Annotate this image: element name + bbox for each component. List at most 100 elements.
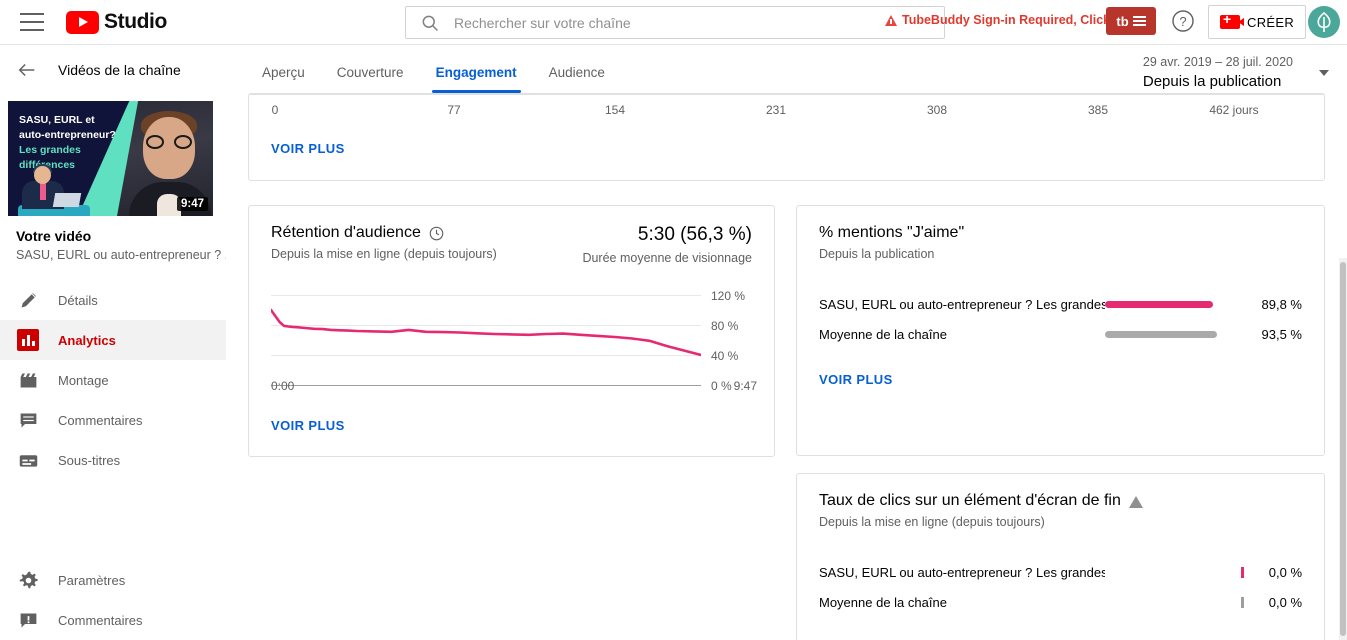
y-axis-tick: 80 % [711, 319, 739, 333]
likes-row-bar-track [1105, 300, 1248, 308]
retention-value: 5:30 (56,3 %) [637, 224, 752, 245]
retention-title-row: Rétention d'audience [271, 224, 497, 242]
tubebuddy-label: tb [1116, 13, 1129, 29]
likes-row-label: Moyenne de la chaîne [819, 326, 947, 342]
likes-row-label: SASU, EURL ou auto-entrepreneur ? Les gr… [819, 296, 1106, 312]
y-axis-tick: 40 % [711, 349, 739, 363]
see-more-link[interactable]: VOIR PLUS [271, 141, 345, 156]
tubebuddy-warning[interactable]: TubeBuddy Sign-in Required, Click Here [885, 13, 1141, 27]
likes-row-bar [1105, 330, 1218, 338]
create-label: CRÉER [1247, 14, 1295, 30]
back-to-videos-button[interactable]: Vidéos de la chaîne [0, 45, 226, 95]
likes-row-value: 89,8 % [1261, 296, 1302, 312]
y-axis-tick: 120 % [711, 289, 746, 303]
endscreen-title-row: Taux de clics sur un élément d'écran de … [819, 492, 1302, 510]
feedback-icon [16, 608, 40, 632]
youtube-play-icon [66, 10, 99, 34]
create-button[interactable]: CRÉER [1208, 5, 1307, 39]
y-axis-tick: 0 % [711, 379, 732, 393]
triangle-icon[interactable] [1128, 496, 1143, 508]
clock-icon[interactable] [429, 226, 444, 241]
comment-icon [16, 408, 40, 432]
sidebar-item-montage[interactable]: Montage [0, 360, 226, 400]
axis-tick: 0 [271, 103, 279, 117]
studio-logo[interactable]: Studio [66, 10, 167, 34]
main-content: Aperçu Couverture Engagement Audience 29… [226, 45, 1347, 640]
top-bar: Studio TubeBuddy Sign-in Required, Click… [0, 0, 1347, 45]
top-chart-axis: 0 77 154 231 308 385 462 jours [249, 94, 1324, 124]
sidebar-item-comments[interactable]: Commentaires [0, 400, 226, 440]
likes-row-bar [1105, 300, 1213, 308]
analytics-icon [16, 328, 40, 352]
retention-subtitle: Depuis la mise en ligne (depuis toujours… [271, 247, 497, 261]
likes-title: % mentions "J'aime" [819, 224, 965, 241]
sidebar-item-feedback[interactable]: Commentaires [0, 600, 226, 640]
avatar[interactable] [1308, 6, 1340, 38]
video-meta: Votre vidéo SASU, EURL ou auto-entrepren… [0, 216, 226, 262]
search-box[interactable] [405, 6, 945, 39]
sidebar-item-label: Sous-titres [58, 452, 121, 468]
sidebar: Vidéos de la chaîne SASU, EURL et auto-e… [0, 45, 226, 640]
top-chart-card: 0 77 154 231 308 385 462 jours VOIR PLUS [248, 93, 1325, 181]
help-circle-icon[interactable]: ? [1171, 9, 1195, 33]
date-range-selector[interactable]: 29 avr. 2019 – 28 juil. 2020 Depuis la p… [1143, 55, 1329, 90]
endscreen-row-label: SASU, EURL ou auto-entrepreneur ? Les gr… [819, 564, 1105, 580]
sidebar-item-label: Commentaires [58, 412, 143, 428]
table-row: SASU, EURL ou auto-entrepreneur ? Les gr… [819, 557, 1302, 587]
see-more-link[interactable]: VOIR PLUS [271, 418, 345, 433]
x-axis-tick: 0:00 [271, 379, 295, 393]
tab-apercu[interactable]: Aperçu [246, 65, 321, 93]
subtitles-icon [16, 448, 40, 472]
endscreen-row-value: 0,0 % [1268, 564, 1303, 580]
axis-tick: 154 [604, 103, 626, 117]
sidebar-item-label: Détails [58, 292, 98, 308]
sidebar-item-label: Analytics [58, 332, 116, 348]
axis-tick: 77 [447, 103, 461, 117]
warning-triangle-icon [885, 14, 897, 26]
endscreen-subtitle: Depuis la mise en ligne (depuis toujours… [819, 515, 1045, 529]
video-thumbnail[interactable]: SASU, EURL et auto-entrepreneur? Les gra… [8, 101, 213, 216]
thumbnail-line-1: SASU, EURL et [19, 114, 95, 126]
scrollbar-thumb[interactable] [1340, 262, 1346, 636]
table-row: SASU, EURL ou auto-entrepreneur ? Les gr… [819, 289, 1302, 319]
retention-card: Rétention d'audience Depuis la mise en l… [248, 205, 775, 457]
axis-tick: 231 [765, 103, 787, 117]
likes-card: % mentions "J'aime" Depuis la publicatio… [796, 205, 1325, 456]
table-row: Moyenne de la chaîne 93,5 % [819, 319, 1302, 349]
sidebar-item-details[interactable]: Détails [0, 280, 226, 320]
thumbnail-line-2: auto-entrepreneur? [19, 129, 116, 141]
likes-row-bar-track [1105, 330, 1248, 338]
search-input[interactable] [454, 14, 894, 31]
sidebar-item-label: Montage [58, 372, 109, 388]
endscreen-row-value: 0,0 % [1268, 594, 1303, 610]
endscreen-row-bar [1240, 566, 1244, 578]
photo-glasses [146, 135, 192, 149]
hamburger-icon[interactable] [20, 13, 44, 31]
date-range-label: Depuis la publication [1142, 73, 1282, 90]
table-row: Moyenne de la chaîne 0,0 % [819, 587, 1302, 617]
tab-audience[interactable]: Audience [533, 65, 621, 93]
video-camera-icon [1220, 12, 1244, 29]
tab-couverture[interactable]: Couverture [321, 65, 420, 93]
axis-tick: 385 [1087, 103, 1109, 117]
tubebuddy-menu-icon [1132, 16, 1146, 26]
likes-subtitle: Depuis la publication [819, 247, 935, 261]
video-title: Votre vidéo [16, 228, 92, 244]
search-icon [422, 15, 439, 31]
thumbnail-duration: 9:47 [176, 197, 208, 211]
retention-line [271, 308, 701, 357]
sidebar-item-subtitles[interactable]: Sous-titres [0, 440, 226, 480]
tubebuddy-button[interactable]: tb [1106, 7, 1156, 35]
axis-tick: 462 jours [1209, 103, 1259, 117]
sidebar-item-analytics[interactable]: Analytics [0, 320, 226, 360]
tab-engagement[interactable]: Engagement [420, 65, 533, 93]
endscreen-row-bar-track [1105, 566, 1248, 578]
gear-icon [16, 568, 40, 592]
likes-row-value: 93,5 % [1261, 326, 1302, 342]
sidebar-item-settings[interactable]: Paramètres [0, 560, 226, 600]
endscreen-row-bar-track [1105, 596, 1248, 608]
thumbnail-line-3: Les grandes [19, 144, 81, 156]
sidebar-nav: Détails Analytics Montage Commentaires S… [0, 280, 226, 480]
chevron-down-icon[interactable] [1319, 69, 1329, 76]
see-more-link[interactable]: VOIR PLUS [819, 372, 893, 387]
